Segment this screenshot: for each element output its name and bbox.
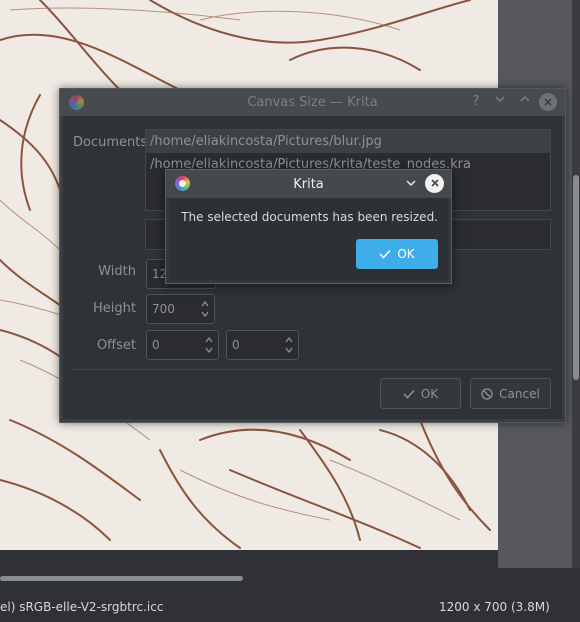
- close-icon: [544, 98, 552, 106]
- dialog-titlebar[interactable]: Canvas Size — Krita ?: [60, 89, 565, 116]
- message-box: Krita The selected documents has been re…: [165, 169, 452, 284]
- spin-arrows-icon[interactable]: [204, 334, 214, 356]
- status-bar: el) sRGB-elle-V2-srgbtrc.icc 1200 x 700 …: [0, 588, 580, 622]
- message-ok-button[interactable]: OK: [356, 239, 438, 269]
- minimize-button[interactable]: [491, 93, 509, 111]
- offset-x-spinbox[interactable]: 0: [146, 330, 219, 360]
- divider: [73, 369, 551, 370]
- height-value: 700: [152, 302, 175, 316]
- offset-y-spinbox[interactable]: 0: [226, 330, 299, 360]
- help-button[interactable]: ?: [467, 93, 485, 111]
- chevron-up-icon: [520, 95, 530, 102]
- chevron-down-icon: [495, 96, 505, 103]
- horizontal-scroll-handle[interactable]: [0, 576, 243, 581]
- image-size-text: 1200 x 700 (3.8M): [439, 600, 550, 614]
- cancel-button[interactable]: Cancel: [470, 378, 551, 409]
- close-button[interactable]: [539, 93, 557, 111]
- message-box-body: The selected documents has been resized.…: [169, 198, 448, 280]
- check-icon: [379, 249, 391, 259]
- list-item[interactable]: /home/eliakincosta/Pictures/blur.jpg: [146, 130, 550, 153]
- message-box-titlebar[interactable]: Krita: [166, 170, 451, 198]
- chevron-down-icon: [406, 180, 416, 187]
- spin-arrows-icon[interactable]: [284, 334, 294, 356]
- vertical-scroll-handle[interactable]: [573, 175, 579, 380]
- shade-button[interactable]: [403, 175, 419, 191]
- color-profile-text: el) sRGB-elle-V2-srgbtrc.icc: [0, 600, 164, 614]
- check-icon: [403, 389, 415, 399]
- offset-x-value: 0: [152, 338, 160, 352]
- width-label: Width: [98, 264, 136, 279]
- vertical-scrollbar[interactable]: [572, 0, 580, 568]
- offset-y-value: 0: [232, 338, 240, 352]
- offset-label: Offset: [96, 338, 136, 353]
- message-text: The selected documents has been resized.: [181, 210, 438, 224]
- height-label: Height: [93, 301, 136, 316]
- documents-label: Documents: [73, 135, 148, 150]
- horizontal-scrollbar[interactable]: [0, 568, 580, 588]
- message-box-close-button[interactable]: [425, 174, 444, 193]
- message-ok-label: OK: [397, 247, 415, 261]
- ok-button-label: OK: [420, 386, 439, 401]
- spin-arrows-icon[interactable]: [200, 298, 210, 320]
- cancel-icon: [481, 387, 493, 400]
- height-spinbox[interactable]: 700: [146, 294, 215, 324]
- cancel-button-label: Cancel: [499, 386, 540, 401]
- maximize-button[interactable]: [516, 93, 534, 111]
- close-icon: [430, 179, 439, 187]
- ok-button[interactable]: OK: [380, 378, 461, 409]
- dialog-title: Canvas Size — Krita: [247, 95, 378, 110]
